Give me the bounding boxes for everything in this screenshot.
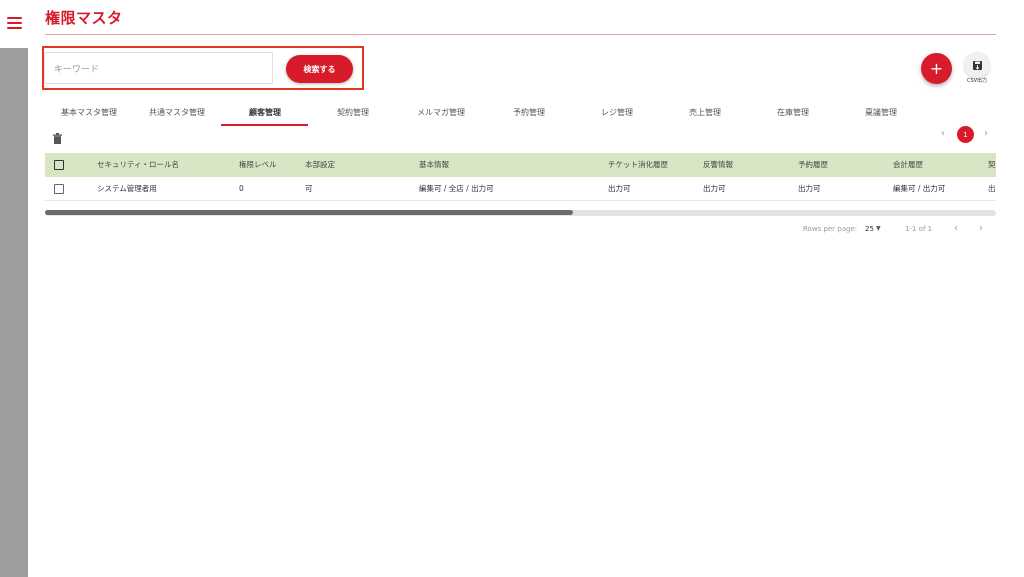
tab-customer[interactable]: 顧客管理 <box>221 100 309 126</box>
footer-next-icon[interactable]: › <box>979 222 983 236</box>
table-footer: Rows per page: 25 ▼ 1-1 of 1 ‹ › <box>770 222 996 236</box>
tab-sales[interactable]: 売上管理 <box>661 100 749 126</box>
csv-export-button[interactable] <box>964 52 990 78</box>
tab-common-master[interactable]: 共通マスタ管理 <box>133 100 221 126</box>
plus-icon: + <box>929 59 944 78</box>
save-icon <box>972 60 982 70</box>
table-row[interactable]: システム管理者用 0 可 編集可 / 全店 / 出力可 出力可 出力可 出力可 … <box>45 177 996 201</box>
row-checkbox[interactable] <box>54 184 64 194</box>
active-tab-indicator <box>221 124 308 126</box>
category-tabs: 基本マスタ管理 共通マスタ管理 顧客管理 契約管理 メルマガ管理 予約管理 レジ… <box>45 100 925 126</box>
rows-per-page-select[interactable]: 25 <box>865 222 874 236</box>
cell-basic-info: 編集可 / 全店 / 出力可 <box>419 184 494 193</box>
prev-page-icon[interactable]: ‹ <box>941 128 945 139</box>
page-1-button[interactable]: 1 <box>957 126 974 143</box>
tab-approval[interactable]: 稟議管理 <box>837 100 925 126</box>
tab-reservation[interactable]: 予約管理 <box>485 100 573 126</box>
side-drawer-collapsed <box>0 48 28 577</box>
rows-per-page-label: Rows per page: <box>803 225 858 233</box>
tab-basic-master[interactable]: 基本マスタ管理 <box>45 100 133 126</box>
scrollbar-thumb[interactable] <box>45 210 573 215</box>
tab-mail-magazine[interactable]: メルマガ管理 <box>397 100 485 126</box>
cell-contract: 出 <box>988 184 996 193</box>
table-header: セキュリティ・ロール名 権限レベル 本部設定 基本情報 チケット消化履歴 反響情… <box>45 153 996 177</box>
cell-reservation-history: 出力可 <box>798 184 821 193</box>
search-button[interactable]: 検索する <box>286 55 353 83</box>
cell-ticket-history: 出力可 <box>608 184 631 193</box>
cell-permission-level: 0 <box>239 184 244 193</box>
col-basic-info[interactable]: 基本情報 <box>419 153 449 177</box>
col-hq-setting[interactable]: 本部設定 <box>305 153 335 177</box>
cell-accounting-history: 編集可 / 出力可 <box>893 184 946 193</box>
tab-contract[interactable]: 契約管理 <box>309 100 397 126</box>
footer-prev-icon[interactable]: ‹ <box>954 222 958 236</box>
add-button[interactable]: + <box>921 53 952 84</box>
title-divider <box>45 34 996 35</box>
dropdown-caret-icon[interactable]: ▼ <box>876 222 881 236</box>
cell-response-info: 出力可 <box>703 184 726 193</box>
trash-icon[interactable] <box>53 133 62 144</box>
csv-export-label: CSV出力 <box>966 78 988 84</box>
keyword-input[interactable]: キーワード <box>44 52 273 84</box>
select-all-checkbox[interactable] <box>54 160 64 170</box>
col-reservation-history[interactable]: 予約履歴 <box>798 153 828 177</box>
menu-icon[interactable] <box>7 17 22 29</box>
tab-register[interactable]: レジ管理 <box>573 100 661 126</box>
col-ticket-history[interactable]: チケット消化履歴 <box>608 153 668 177</box>
roles-table: セキュリティ・ロール名 権限レベル 本部設定 基本情報 チケット消化履歴 反響情… <box>45 153 996 201</box>
col-permission-level[interactable]: 権限レベル <box>239 153 277 177</box>
cell-hq-setting: 可 <box>305 184 313 193</box>
col-role-name[interactable]: セキュリティ・ロール名 <box>97 153 179 177</box>
page-title: 権限マスタ <box>45 9 123 27</box>
col-response-info[interactable]: 反響情報 <box>703 153 733 177</box>
next-page-icon[interactable]: › <box>984 128 988 139</box>
col-contract[interactable]: 契 <box>988 153 996 177</box>
tab-inventory[interactable]: 在庫管理 <box>749 100 837 126</box>
col-accounting-history[interactable]: 会計履歴 <box>893 153 923 177</box>
top-pagination: ‹ 1 › <box>938 126 996 144</box>
pagination-range: 1-1 of 1 <box>905 225 933 233</box>
cell-role-name: システム管理者用 <box>97 184 157 193</box>
